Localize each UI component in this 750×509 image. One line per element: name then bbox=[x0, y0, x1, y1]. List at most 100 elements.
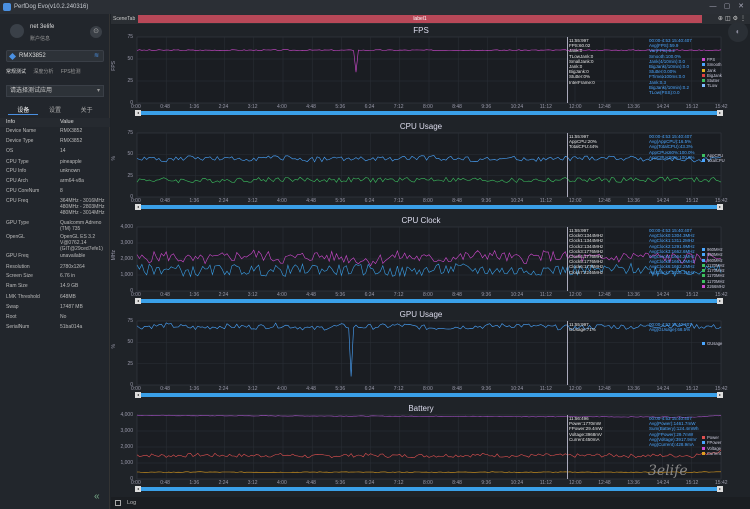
legend-label: BigJank bbox=[707, 72, 722, 78]
cursor-readout: 11:55:997 AppCPU:20% TotalCPU:44% bbox=[569, 134, 598, 150]
stats-line: TLow(PSS):0.0 bbox=[649, 90, 680, 96]
legend-item[interactable]: 2266MHz bbox=[702, 284, 725, 289]
range-stats: 00:00-4:53 15:40:407 Avg(FPS):59.9 Var(FPS… bbox=[649, 38, 692, 95]
scroll-right-handle[interactable]: ▸ bbox=[717, 392, 723, 398]
cursor-line[interactable] bbox=[567, 227, 568, 291]
range-stats: 00:00-4:53 15:40:407 AvgClock0:1304.3MHz A… bbox=[649, 228, 695, 275]
legend-swatch bbox=[702, 258, 705, 262]
x-tick-label: 8:48 bbox=[452, 386, 462, 392]
stats-line: Sum(Battery):124.4mWh bbox=[649, 426, 699, 432]
scroll-left-handle[interactable]: ◂ bbox=[135, 110, 141, 116]
tab-settings[interactable]: 设置 bbox=[40, 105, 70, 114]
info-tabs: 设备 设置 关于 bbox=[6, 105, 104, 115]
y-axis-label: FPS bbox=[111, 61, 117, 71]
x-tick-label: 12:00 bbox=[569, 386, 582, 392]
minimize-button[interactable]: — bbox=[706, 0, 720, 14]
float-tool-icon[interactable]: ◐ bbox=[728, 22, 748, 42]
range-stats: 00:00-4:53 15:40:407 Avg(GUsage):68.5% bbox=[649, 322, 692, 332]
x-tick-label: 1:36 bbox=[189, 104, 200, 110]
account-info-link[interactable]: 账户信息 bbox=[30, 35, 50, 42]
y-tick-label: 25 bbox=[127, 172, 133, 179]
app-select-dropdown[interactable]: 请选择测试应用 ▾ bbox=[6, 85, 104, 97]
x-tick-label: 12:48 bbox=[598, 480, 611, 486]
x-tick-label: 9:36 bbox=[481, 198, 492, 204]
cursor-line[interactable] bbox=[567, 133, 568, 197]
scroll-left-handle[interactable]: ◂ bbox=[135, 486, 141, 492]
scroll-right-handle[interactable]: ▸ bbox=[717, 204, 723, 210]
x-tick-label: 2:24 bbox=[218, 386, 229, 392]
log-icon[interactable] bbox=[115, 500, 121, 506]
x-tick-label: 5:36 bbox=[335, 292, 346, 298]
scroll-left-handle[interactable]: ◂ bbox=[135, 204, 141, 210]
timeline-scrollbar[interactable] bbox=[137, 111, 721, 115]
bottom-bar: Log bbox=[111, 497, 750, 509]
panel-gpu: GPU Usage 75 50 25 0% 0:00 0:48 1:36 2:24 3:12 4:0… bbox=[111, 309, 750, 403]
x-tick-label: 1:36 bbox=[189, 386, 200, 392]
close-button[interactable]: ✕ bbox=[734, 0, 748, 14]
timeline-scrollbar[interactable] bbox=[137, 393, 721, 397]
cursor-line[interactable] bbox=[567, 37, 568, 103]
info-key: CPU Freq bbox=[6, 198, 29, 204]
chart-legend: Power FPower Voltage Current bbox=[702, 435, 721, 456]
legend-swatch bbox=[702, 63, 705, 67]
tab-device[interactable]: 设备 bbox=[8, 105, 39, 115]
panel-clock: CPU Clock 4,000 3,000 2,000 1,000 0 MHz 0:00 0:4… bbox=[111, 215, 750, 309]
legend-item[interactable]: GUsage bbox=[702, 341, 722, 346]
x-tick-label: 8:00 bbox=[423, 104, 433, 110]
info-key: Ram Size bbox=[6, 283, 28, 289]
legend-label: 1170MHz bbox=[707, 278, 725, 284]
x-tick-label: 13:36 bbox=[627, 198, 640, 204]
legend-swatch bbox=[702, 58, 705, 61]
x-tick-label: 10:24 bbox=[510, 480, 524, 486]
timeline-scrollbar[interactable] bbox=[137, 205, 721, 209]
cursor-line[interactable] bbox=[567, 321, 568, 385]
legend-label: TLow bbox=[707, 83, 718, 89]
info-value: 6.76 in bbox=[60, 273, 76, 279]
maximize-button[interactable]: ▢ bbox=[720, 0, 734, 14]
chart-legend: AppCPU TotalCPU bbox=[702, 153, 725, 164]
collapse-sidebar-icon[interactable]: « bbox=[94, 491, 100, 502]
mode-deep-analysis[interactable]: 深度分析 bbox=[33, 68, 53, 75]
stats-line: Avg(GUsage):68.5% bbox=[649, 327, 691, 333]
chart-legend: 960MHz 960MHz 960MHz 1170MHz 1170MHz 1170MHz 1… bbox=[702, 247, 725, 289]
mode-normal-test[interactable]: 常规测试 bbox=[6, 68, 26, 75]
scroll-right-handle[interactable]: ▸ bbox=[717, 486, 723, 492]
log-label[interactable]: Log bbox=[127, 500, 136, 506]
info-key: Device Name bbox=[6, 128, 37, 134]
mode-fps-detect[interactable]: FPS检测 bbox=[61, 68, 81, 75]
y-tick-label: 2,000 bbox=[120, 444, 133, 450]
device-selector[interactable]: RMX3852 ≋ bbox=[6, 50, 104, 62]
x-tick-label: 7:12 bbox=[393, 386, 404, 392]
user-settings-button[interactable]: ⊙ bbox=[90, 26, 102, 38]
scroll-left-handle[interactable]: ◂ bbox=[135, 298, 141, 304]
avatar[interactable] bbox=[10, 24, 24, 38]
legend-swatch bbox=[702, 248, 705, 251]
label-bar[interactable]: label1 bbox=[138, 15, 702, 23]
legend-swatch bbox=[702, 279, 705, 283]
x-tick-label: 1:36 bbox=[189, 292, 200, 298]
scene-tab[interactable]: SceneTab bbox=[113, 14, 135, 24]
legend-label: AppCPU bbox=[707, 153, 724, 158]
timeline-scrollbar[interactable] bbox=[137, 487, 721, 491]
scroll-right-handle[interactable]: ▸ bbox=[717, 110, 723, 116]
stats-line: AvgClock7:2025.1MHz bbox=[649, 269, 695, 275]
y-tick-label: 1,000 bbox=[120, 272, 133, 278]
tab-about[interactable]: 关于 bbox=[72, 105, 102, 114]
y-tick-label: 50 bbox=[127, 339, 133, 346]
timeline-scrollbar[interactable] bbox=[137, 299, 721, 303]
y-tick-label: 2,000 bbox=[120, 256, 133, 262]
x-tick-label: 12:00 bbox=[569, 198, 582, 204]
legend-item[interactable]: TLow bbox=[702, 83, 722, 88]
x-tick-label: 6:24 bbox=[364, 292, 375, 298]
cursor-line[interactable] bbox=[567, 415, 568, 479]
user-name: net 3elife bbox=[30, 24, 55, 30]
scroll-right-handle[interactable]: ▸ bbox=[717, 298, 723, 304]
legend-item[interactable]: TotalCPU bbox=[702, 158, 725, 163]
info-table-header: Info Value bbox=[0, 118, 110, 127]
x-tick-label: 3:12 bbox=[247, 292, 258, 298]
info-value: unknown bbox=[60, 168, 81, 174]
chart-legend: GUsage bbox=[702, 341, 722, 346]
legend-item[interactable]: Current bbox=[702, 451, 721, 456]
info-key: Resolution bbox=[6, 264, 30, 270]
scroll-left-handle[interactable]: ◂ bbox=[135, 392, 141, 398]
